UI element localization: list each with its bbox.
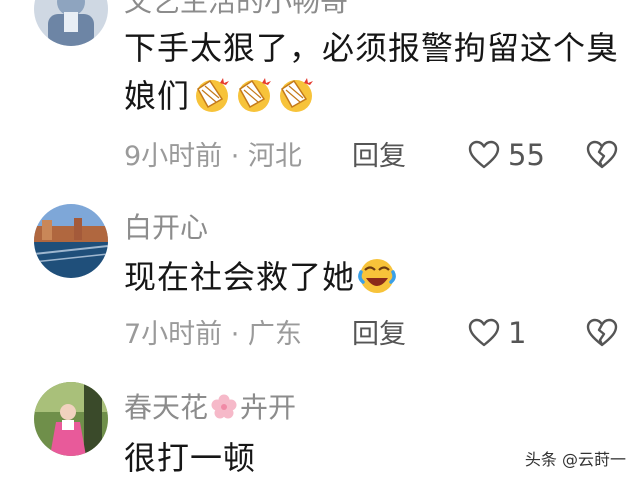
- heart-outline-icon: [468, 318, 500, 347]
- cherry-blossom-icon: [210, 393, 238, 421]
- broken-heart-icon: [586, 140, 618, 169]
- username[interactable]: 春天花 卉开: [124, 393, 296, 422]
- heart-outline-icon: [468, 140, 500, 169]
- slap-face-emoji-icon: [276, 75, 316, 115]
- laugh-cry-emoji-icon: [357, 256, 397, 296]
- like-button[interactable]: 55: [468, 140, 545, 170]
- watermark: 头条 @云莳一: [524, 450, 626, 469]
- username[interactable]: 文艺生活的小畅哥: [124, 0, 348, 16]
- dislike-button[interactable]: [586, 318, 618, 352]
- dislike-button[interactable]: [586, 140, 618, 174]
- comment-text-body: 很打一顿: [124, 439, 257, 477]
- avatar[interactable]: [34, 382, 108, 456]
- username[interactable]: 白开心: [124, 214, 208, 242]
- slap-face-emoji-icon: [234, 75, 274, 115]
- broken-heart-icon: [586, 318, 618, 347]
- username-part: 春天花: [124, 391, 209, 424]
- reply-button[interactable]: 回复: [352, 321, 406, 348]
- username-part: 卉开: [240, 391, 297, 424]
- slap-face-emoji-icon: [192, 75, 232, 115]
- comment-time-location: 7小时前 · 广东: [124, 319, 302, 350]
- like-count: 55: [508, 137, 545, 172]
- avatar[interactable]: [34, 0, 108, 46]
- comment-text: 现在社会救了她: [124, 253, 620, 301]
- like-count: 1: [508, 315, 527, 350]
- reply-button[interactable]: 回复: [352, 143, 406, 170]
- comment-time-location: 9小时前 · 河北: [124, 141, 302, 172]
- avatar[interactable]: [34, 204, 108, 278]
- like-button[interactable]: 1: [468, 318, 526, 348]
- comment-text: 下手太狠了，必须报警拘留这个臭娘们: [124, 24, 620, 120]
- comment-text-body: 现在社会救了她: [124, 258, 356, 296]
